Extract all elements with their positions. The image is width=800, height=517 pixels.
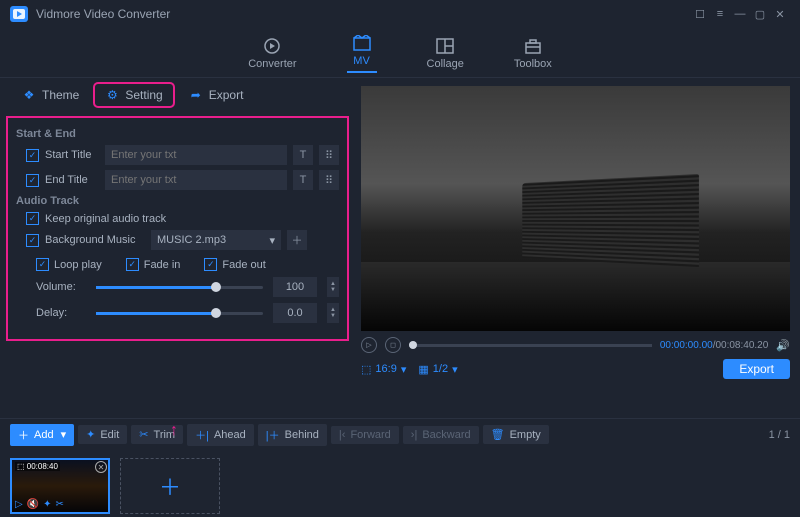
tab-setting[interactable]: ⚙Setting [95,84,172,106]
add-button[interactable]: ＋Add▾ [10,424,74,446]
loop-play-checkbox[interactable] [36,258,49,271]
play-icon[interactable]: ▷ [15,499,23,510]
add-music-button[interactable]: ＋ [287,230,307,250]
export-button[interactable]: Export [723,359,790,379]
aspect-icon: ⬚ [361,363,371,376]
start-title-font-button[interactable]: T [293,145,313,165]
volume-spinner[interactable]: ▲▼ [327,277,339,297]
app-logo [10,6,28,22]
end-title-font-button[interactable]: T [293,170,313,190]
volume-label: Volume: [36,281,86,293]
nav-toolbox[interactable]: Toolbox [514,36,552,70]
delay-value[interactable]: 0.0 [273,303,317,323]
bottom-toolbar: ＋Add▾ ✦Edit ✂Trim ＋|Ahead |＋Behind |‹For… [0,418,800,450]
tab-export[interactable]: ➦Export [179,84,254,106]
mute-icon[interactable]: 🔇 [27,499,39,510]
thumbnail-remove-button[interactable]: ✕ [95,461,107,473]
end-title-input[interactable] [105,170,287,190]
bg-music-label: Background Music [45,234,145,246]
tab-theme[interactable]: ❖Theme [12,84,89,106]
titlebar: Vidmore Video Converter ☐ ≡ — ▢ ✕ [0,0,800,28]
menu-icon[interactable]: ≡ [710,8,730,20]
nav-converter[interactable]: Converter [248,36,296,70]
volume-slider[interactable] [96,286,263,289]
converter-icon [262,36,282,56]
minimize-icon[interactable]: — [730,8,750,20]
keep-original-label: Keep original audio track [45,213,166,225]
gear-icon: ⚙ [105,88,119,102]
left-tabs: ❖Theme ⚙Setting ➦Export [0,78,355,112]
annotation-arrow: ↑ [170,422,178,440]
scissors-icon[interactable]: ✂ [56,499,64,510]
section-audio-track: Audio Track [16,195,339,207]
keep-original-checkbox[interactable] [26,212,39,225]
right-panel: ▷ ◻ 00:00:00.00/00:08:40.20 🔊 ⬚16:9▾ ▦1/… [355,78,800,418]
settings-panel: Start & End Start Title T ⠿ End Title T … [6,116,349,341]
play-button[interactable]: ▷ [361,337,377,353]
end-title-options-button[interactable]: ⠿ [319,170,339,190]
star-icon[interactable]: ✦ [43,499,51,510]
mv-icon [352,33,372,53]
chevron-down-icon: ▾ [452,363,458,376]
scrubber[interactable] [409,344,652,347]
empty-button[interactable]: 🗑Empty [483,425,549,444]
fade-out-checkbox[interactable] [204,258,217,271]
thumbnail-overlay: ▷ 🔇 ✦ ✂ [15,499,64,510]
edit-button[interactable]: ✦Edit [78,425,127,444]
nav-collage[interactable]: Collage [427,36,464,70]
collage-icon [435,36,455,56]
edit-icon: ✦ [86,428,95,441]
delay-spinner[interactable]: ▲▼ [327,303,339,323]
backward-button[interactable]: ›|Backward [403,426,479,444]
chevron-down-icon: ▾ [269,234,275,247]
page-count: 1 / 1 [769,429,790,441]
feedback-icon[interactable]: ☐ [690,8,710,21]
end-title-checkbox[interactable] [26,174,39,187]
aspect-ratio-select[interactable]: ⬚16:9▾ [361,363,406,376]
stop-button[interactable]: ◻ [385,337,401,353]
toolbox-icon [523,36,543,56]
app-title: Vidmore Video Converter [36,7,690,21]
delay-label: Delay: [36,307,86,319]
chevron-down-icon: ▾ [401,363,407,376]
thumbnail-strip: ⬚ 00:08:40 ✕ ▷ 🔇 ✦ ✂ ＋ [0,450,800,517]
volume-value[interactable]: 100 [273,277,317,297]
zoom-select[interactable]: ▦1/2▾ [418,363,457,376]
thumbnail-duration: ⬚ 00:08:40 [15,462,60,471]
nav-mv[interactable]: MV [347,33,377,73]
trim-icon: ✂ [139,428,148,441]
clip-thumbnail[interactable]: ⬚ 00:08:40 ✕ ▷ 🔇 ✦ ✂ [10,458,110,514]
behind-button[interactable]: |＋Behind [258,424,327,446]
time-display: 00:00:00.00/00:08:40.20 [660,340,768,351]
volume-icon[interactable]: 🔊 [776,339,790,352]
forward-button[interactable]: |‹Forward [331,426,399,444]
grid-icon: ▦ [418,363,428,376]
main-nav: Converter MV Collage Toolbox [0,28,800,78]
trash-icon: 🗑 [491,428,505,441]
theme-icon: ❖ [22,88,36,102]
left-panel: ❖Theme ⚙Setting ➦Export Start & End Star… [0,78,355,418]
bg-music-select[interactable]: MUSIC 2.mp3▾ [151,230,281,250]
start-title-input[interactable] [105,145,287,165]
ahead-button[interactable]: ＋|Ahead [187,424,254,446]
start-title-checkbox[interactable] [26,149,39,162]
section-start-end: Start & End [16,128,339,140]
export-icon: ➦ [189,88,203,102]
start-title-label: Start Title [45,149,99,161]
preview-toolbar: ⬚16:9▾ ▦1/2▾ Export [361,359,790,379]
player-controls: ▷ ◻ 00:00:00.00/00:08:40.20 🔊 [361,337,790,353]
end-title-label: End Title [45,174,99,186]
bg-music-checkbox[interactable] [26,234,39,247]
add-clip-button[interactable]: ＋ [120,458,220,514]
maximize-icon[interactable]: ▢ [750,8,770,21]
start-title-options-button[interactable]: ⠿ [319,145,339,165]
close-icon[interactable]: ✕ [770,8,790,21]
fade-in-checkbox[interactable] [126,258,139,271]
delay-slider[interactable] [96,312,263,315]
video-preview[interactable] [361,86,790,331]
